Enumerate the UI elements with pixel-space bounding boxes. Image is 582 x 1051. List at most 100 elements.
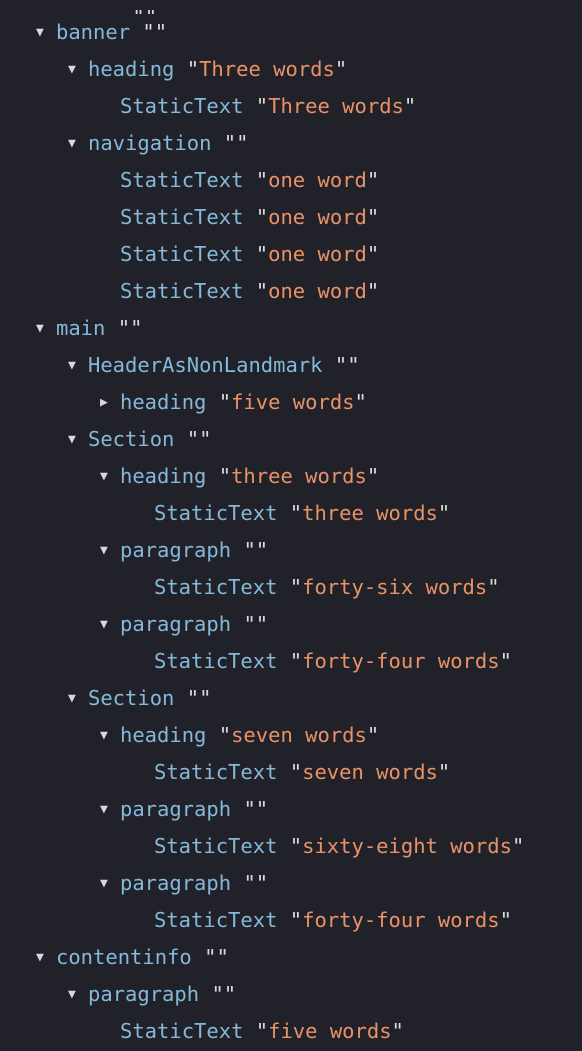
expanded-triangle-icon[interactable]: ▼ — [68, 51, 88, 88]
role-value-separator — [120, 6, 132, 14]
close-quote: " — [499, 649, 512, 673]
expanded-triangle-icon[interactable]: ▼ — [36, 14, 56, 51]
role-value-separator — [130, 20, 142, 44]
node-role-label: heading — [120, 390, 207, 414]
open-quote: " — [223, 131, 237, 155]
node-value-text: three words — [231, 464, 367, 488]
open-quote: " — [255, 242, 269, 266]
tree-row-section-2[interactable]: ▼ Section "" — [0, 680, 582, 717]
node-role-label: Section — [88, 427, 175, 451]
role-value-separator — [243, 168, 255, 192]
node-role-label: banner — [56, 20, 131, 44]
tree-row-section-1-paragraph-2[interactable]: ▼ paragraph "" — [0, 606, 582, 643]
tree-row-section-1-paragraph-1[interactable]: ▼ paragraph "" — [0, 532, 582, 569]
tree-row-section-1[interactable]: ▼ Section "" — [0, 421, 582, 458]
tree-row-section-2-paragraph-1[interactable]: ▼ paragraph "" — [0, 791, 582, 828]
close-quote: " — [511, 834, 525, 858]
role-value-separator — [277, 834, 289, 858]
expanded-triangle-icon[interactable]: ▼ — [68, 347, 88, 384]
tree-row-section-1-heading-statictext[interactable]: ▼StaticText "three words" — [0, 495, 582, 532]
node-role-label: paragraph — [120, 612, 232, 636]
tree-row-nav-statictext-2[interactable]: ▼StaticText "one word" — [0, 199, 582, 236]
close-quote: " — [223, 982, 237, 1006]
tree-row-section-1-paragraph-2-statictext[interactable]: ▼StaticText "forty-four words" — [0, 643, 582, 680]
expanded-triangle-icon[interactable]: ▼ — [100, 865, 120, 902]
close-quote: " — [199, 686, 212, 710]
role-value-separator — [231, 612, 243, 636]
role-value-separator — [243, 279, 255, 303]
expanded-triangle-icon[interactable]: ▼ — [100, 458, 120, 495]
node-role-label: heading — [88, 57, 175, 81]
open-quote: " — [255, 279, 269, 303]
open-quote: " — [186, 686, 200, 710]
expanded-triangle-icon[interactable]: ▼ — [36, 310, 56, 347]
expanded-triangle-icon[interactable]: ▼ — [100, 532, 120, 569]
accessibility-tree: ▼ ""▼banner ""▼heading "Three words"▼Sta… — [0, 0, 582, 1046]
tree-row-navigation[interactable]: ▼ navigation "" — [0, 125, 582, 162]
open-quote: " — [289, 575, 303, 599]
expanded-triangle-icon[interactable]: ▼ — [68, 421, 88, 458]
node-value-text: one word — [268, 279, 367, 303]
tree-row-nav-statictext-4[interactable]: ▼StaticText "one word" — [0, 273, 582, 310]
node-role-label: StaticText — [154, 908, 278, 932]
tree-row-nav-statictext-3[interactable]: ▼StaticText "one word" — [0, 236, 582, 273]
open-quote: " — [211, 982, 224, 1006]
role-value-separator — [231, 797, 243, 821]
expanded-triangle-icon[interactable]: ▼ — [100, 791, 120, 828]
close-quote: " — [437, 501, 451, 525]
open-quote: " — [204, 945, 217, 969]
collapsed-triangle-icon[interactable]: ▶ — [100, 384, 120, 421]
node-value-text: five words — [231, 390, 355, 414]
node-role-label: HeaderAsNonLandmark — [88, 353, 323, 377]
close-quote: " — [366, 464, 380, 488]
close-quote: " — [366, 242, 380, 266]
tree-row-contentinfo-paragraph[interactable]: ▼ paragraph "" — [0, 976, 582, 1013]
node-role-label: StaticText — [120, 168, 244, 192]
tree-row-section-2-paragraph-2[interactable]: ▼ paragraph "" — [0, 865, 582, 902]
role-value-separator — [231, 871, 243, 895]
node-value-text: five words — [268, 1019, 392, 1043]
close-quote: " — [354, 390, 367, 414]
tree-row-contentinfo[interactable]: ▼ contentinfo "" — [0, 939, 582, 976]
node-value-text: seven words — [231, 723, 367, 747]
expanded-triangle-icon[interactable]: ▼ — [68, 680, 88, 717]
tree-row-section-2-paragraph-1-statictext[interactable]: ▼StaticText "sixty-eight words" — [0, 828, 582, 865]
close-quote: " — [437, 760, 451, 784]
node-role-label: navigation — [88, 131, 212, 155]
tree-row-main-heading-collapsed[interactable]: ▶ heading "five words" — [0, 384, 582, 421]
node-value-text: one word — [268, 168, 367, 192]
expanded-triangle-icon[interactable]: ▼ — [68, 976, 88, 1013]
tree-row-section-2-heading-statictext[interactable]: ▼StaticText "seven words" — [0, 754, 582, 791]
node-role-label: StaticText — [120, 1019, 244, 1043]
node-role-label: paragraph — [120, 538, 232, 562]
tree-row-header-as-non-landmark[interactable]: ▼ HeaderAsNonLandmark "" — [0, 347, 582, 384]
node-value-text: forty-four words — [302, 908, 500, 932]
tree-row-section-2-paragraph-2-statictext[interactable]: ▼StaticText "forty-four words" — [0, 902, 582, 939]
node-value-text: Three words — [268, 94, 404, 118]
node-role-label: StaticText — [120, 205, 244, 229]
open-quote: " — [243, 538, 256, 562]
tree-row-section-1-paragraph-1-statictext[interactable]: ▼StaticText "forty-six words" — [0, 569, 582, 606]
tree-row-banner-heading-statictext[interactable]: ▼StaticText "Three words" — [0, 88, 582, 125]
tree-row-clipped-top[interactable]: ▼ "" — [0, 0, 582, 14]
expanded-triangle-icon[interactable]: ▼ — [100, 606, 120, 643]
open-quote: " — [289, 649, 303, 673]
open-quote: " — [334, 353, 348, 377]
role-value-separator — [105, 316, 117, 340]
tree-row-contentinfo-paragraph-statictext[interactable]: ▼StaticText "five words" — [0, 1013, 582, 1050]
close-quote: " — [216, 945, 229, 969]
open-quote: " — [289, 834, 303, 858]
tree-row-main[interactable]: ▼ main "" — [0, 310, 582, 347]
tree-row-nav-statictext-1[interactable]: ▼StaticText "one word" — [0, 162, 582, 199]
tree-row-banner-heading[interactable]: ▼ heading "Three words" — [0, 51, 582, 88]
tree-row-section-1-heading[interactable]: ▼ heading "three words" — [0, 458, 582, 495]
expanded-triangle-icon[interactable]: ▼ — [68, 125, 88, 162]
open-quote: " — [289, 908, 303, 932]
node-role-label: StaticText — [120, 279, 244, 303]
expanded-triangle-icon[interactable]: ▼ — [100, 717, 120, 754]
expanded-triangle-icon[interactable]: ▼ — [36, 939, 56, 976]
open-quote: " — [255, 205, 269, 229]
node-value-text: Three words — [199, 57, 335, 81]
tree-row-banner[interactable]: ▼ banner "" — [0, 14, 582, 51]
tree-row-section-2-heading[interactable]: ▼ heading "seven words" — [0, 717, 582, 754]
